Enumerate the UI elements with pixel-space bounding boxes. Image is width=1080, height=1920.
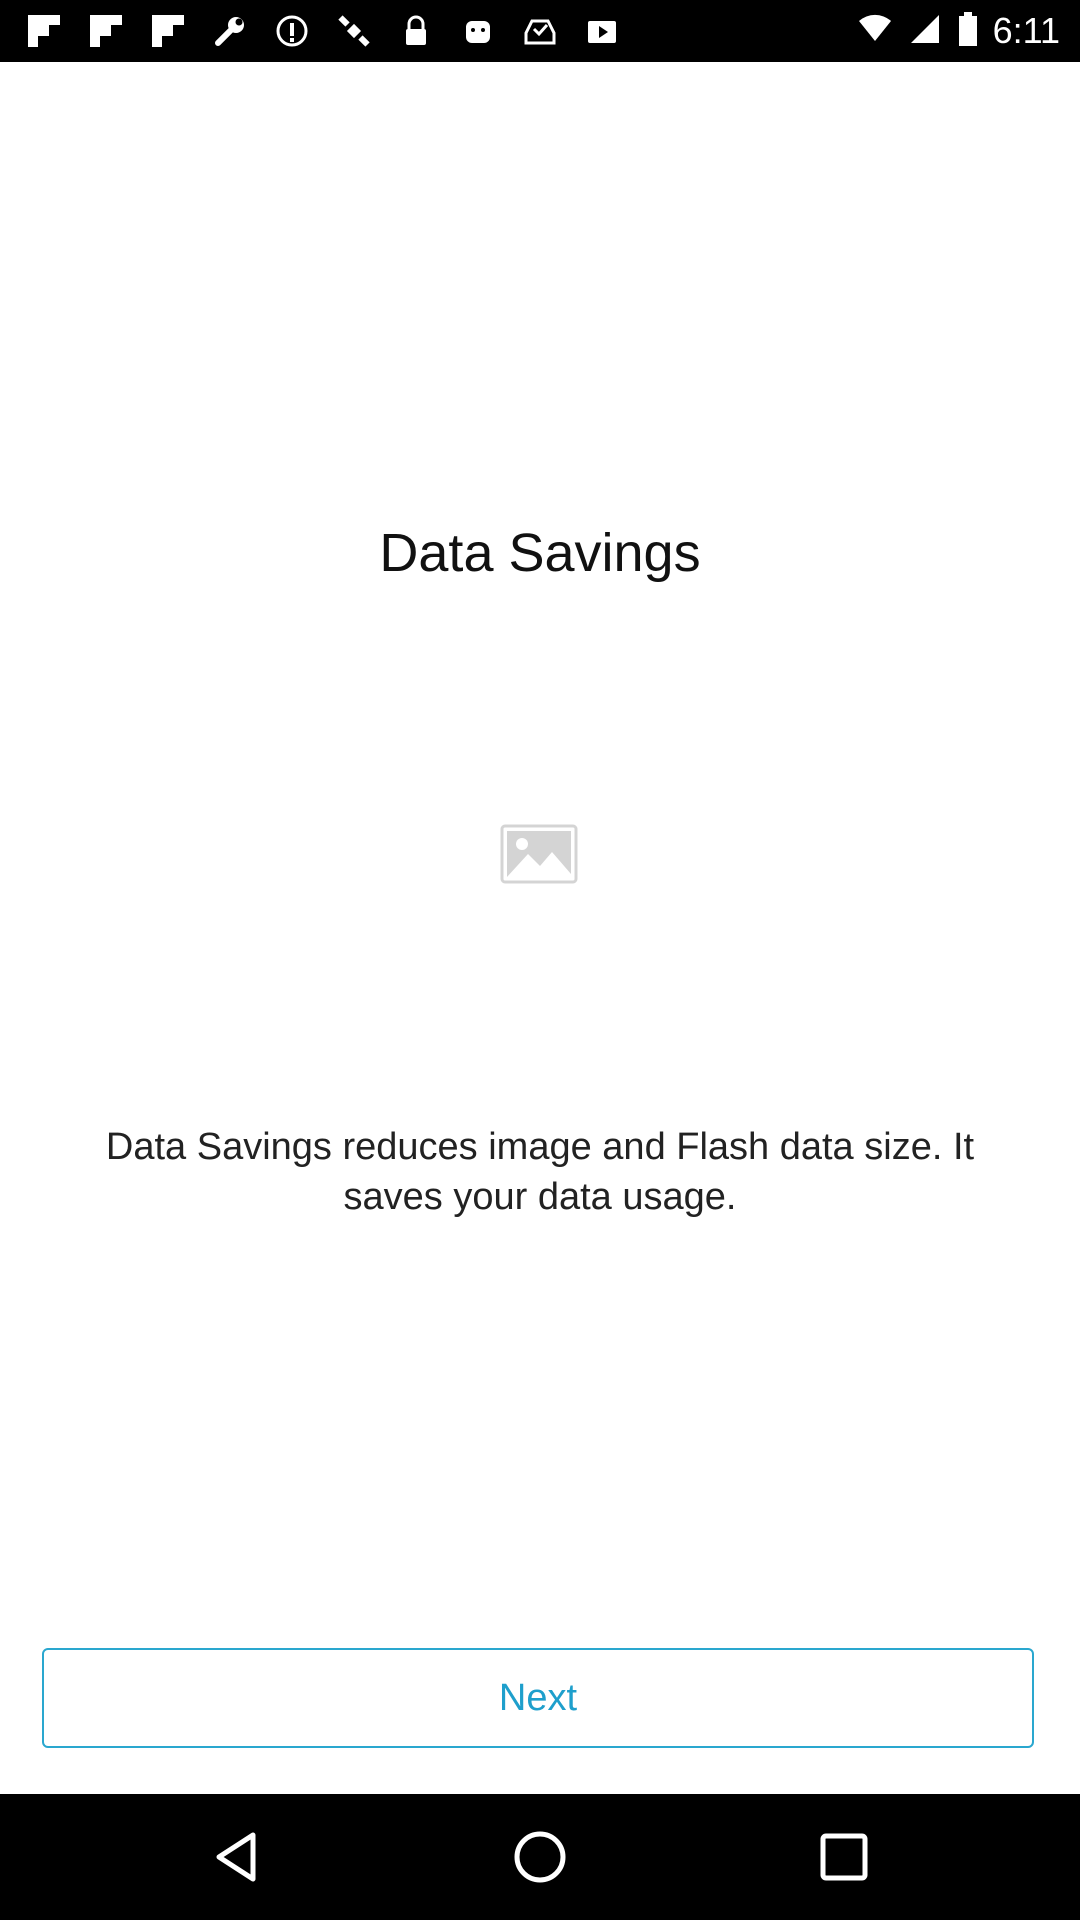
inbox-icon bbox=[518, 9, 562, 53]
back-icon[interactable] bbox=[207, 1827, 267, 1887]
play-store-icon bbox=[580, 9, 624, 53]
recents-icon[interactable] bbox=[814, 1827, 874, 1887]
flipboard-icon bbox=[84, 9, 128, 53]
flipboard-icon bbox=[146, 9, 190, 53]
lock-icon bbox=[394, 9, 438, 53]
wifi-icon bbox=[857, 11, 893, 52]
signal-icon bbox=[907, 11, 943, 52]
home-icon[interactable] bbox=[510, 1827, 570, 1887]
clock: 6:11 bbox=[992, 10, 1060, 51]
page-title: Data Savings bbox=[379, 523, 701, 583]
status-right: 6:11 bbox=[857, 8, 1060, 54]
satellite-icon bbox=[332, 9, 376, 53]
flipboard-icon bbox=[22, 9, 66, 53]
android-icon bbox=[456, 9, 500, 53]
wrench-icon bbox=[208, 9, 252, 53]
next-button[interactable]: Next bbox=[42, 1648, 1034, 1748]
description-text: Data Savings reduces image and Flash dat… bbox=[105, 1126, 975, 1218]
battery-icon bbox=[957, 11, 979, 52]
navigation-bar bbox=[0, 1794, 1080, 1920]
data-savings-screen: Data Savings Data Savings reduces image … bbox=[0, 62, 1080, 1794]
image-placeholder-icon bbox=[500, 824, 578, 884]
status-bar: 6:11 bbox=[0, 0, 1080, 62]
notification-icons bbox=[22, 8, 624, 54]
info-icon bbox=[270, 9, 314, 53]
